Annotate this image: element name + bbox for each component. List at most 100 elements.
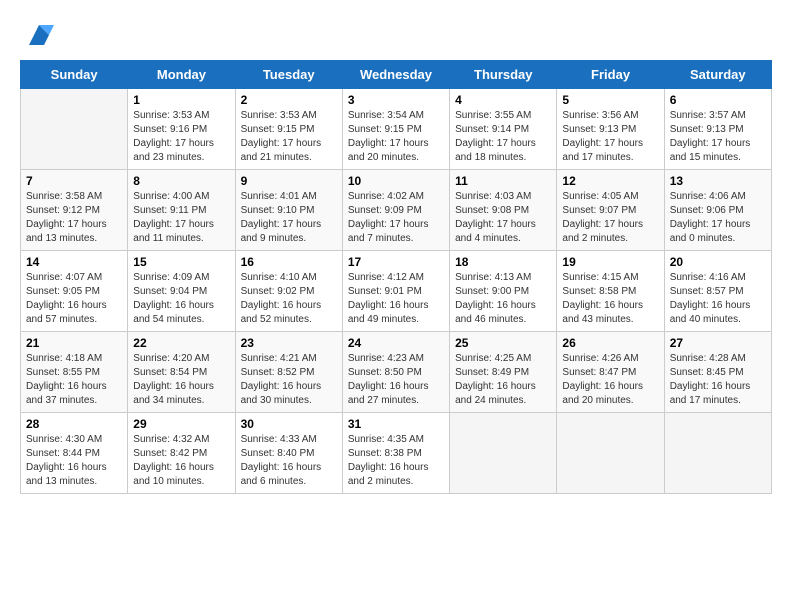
sunset-text: Sunset: 8:55 PM bbox=[26, 367, 100, 378]
day-info: Sunrise: 4:09 AM Sunset: 9:04 PM Dayligh… bbox=[133, 271, 229, 327]
daylight-text: Daylight: 17 hours and 18 minutes. bbox=[455, 138, 536, 163]
day-info: Sunrise: 3:56 AM Sunset: 9:13 PM Dayligh… bbox=[562, 109, 658, 165]
calendar-cell bbox=[450, 413, 557, 494]
daylight-text: Daylight: 16 hours and 17 minutes. bbox=[670, 381, 751, 406]
calendar-cell: 7 Sunrise: 3:58 AM Sunset: 9:12 PM Dayli… bbox=[21, 170, 128, 251]
sunset-text: Sunset: 8:52 PM bbox=[241, 367, 315, 378]
day-number: 13 bbox=[670, 174, 766, 188]
day-info: Sunrise: 3:53 AM Sunset: 9:16 PM Dayligh… bbox=[133, 109, 229, 165]
calendar-cell: 24 Sunrise: 4:23 AM Sunset: 8:50 PM Dayl… bbox=[342, 332, 449, 413]
day-number: 19 bbox=[562, 255, 658, 269]
sunrise-text: Sunrise: 4:30 AM bbox=[26, 434, 102, 445]
day-info: Sunrise: 4:15 AM Sunset: 8:58 PM Dayligh… bbox=[562, 271, 658, 327]
day-number: 21 bbox=[26, 336, 122, 350]
calendar-cell: 21 Sunrise: 4:18 AM Sunset: 8:55 PM Dayl… bbox=[21, 332, 128, 413]
sunrise-text: Sunrise: 4:07 AM bbox=[26, 272, 102, 283]
day-number: 28 bbox=[26, 417, 122, 431]
day-number: 15 bbox=[133, 255, 229, 269]
calendar-week-row: 7 Sunrise: 3:58 AM Sunset: 9:12 PM Dayli… bbox=[21, 170, 772, 251]
calendar-cell: 1 Sunrise: 3:53 AM Sunset: 9:16 PM Dayli… bbox=[128, 89, 235, 170]
day-number: 11 bbox=[455, 174, 551, 188]
sunset-text: Sunset: 9:13 PM bbox=[562, 124, 636, 135]
logo bbox=[20, 20, 54, 50]
day-number: 5 bbox=[562, 93, 658, 107]
day-info: Sunrise: 4:26 AM Sunset: 8:47 PM Dayligh… bbox=[562, 352, 658, 408]
day-number: 8 bbox=[133, 174, 229, 188]
day-info: Sunrise: 4:02 AM Sunset: 9:09 PM Dayligh… bbox=[348, 190, 444, 246]
sunset-text: Sunset: 9:01 PM bbox=[348, 286, 422, 297]
sunrise-text: Sunrise: 4:09 AM bbox=[133, 272, 209, 283]
sunrise-text: Sunrise: 3:57 AM bbox=[670, 110, 746, 121]
day-number: 24 bbox=[348, 336, 444, 350]
daylight-text: Daylight: 16 hours and 37 minutes. bbox=[26, 381, 107, 406]
sunrise-text: Sunrise: 3:53 AM bbox=[241, 110, 317, 121]
sunset-text: Sunset: 9:14 PM bbox=[455, 124, 529, 135]
sunrise-text: Sunrise: 4:32 AM bbox=[133, 434, 209, 445]
day-number: 10 bbox=[348, 174, 444, 188]
calendar-cell: 28 Sunrise: 4:30 AM Sunset: 8:44 PM Dayl… bbox=[21, 413, 128, 494]
sunset-text: Sunset: 9:05 PM bbox=[26, 286, 100, 297]
daylight-text: Daylight: 16 hours and 46 minutes. bbox=[455, 300, 536, 325]
sunset-text: Sunset: 8:50 PM bbox=[348, 367, 422, 378]
day-info: Sunrise: 4:30 AM Sunset: 8:44 PM Dayligh… bbox=[26, 433, 122, 489]
sunset-text: Sunset: 8:40 PM bbox=[241, 448, 315, 459]
calendar-header-row: SundayMondayTuesdayWednesdayThursdayFrid… bbox=[21, 61, 772, 89]
day-info: Sunrise: 4:12 AM Sunset: 9:01 PM Dayligh… bbox=[348, 271, 444, 327]
daylight-text: Daylight: 16 hours and 24 minutes. bbox=[455, 381, 536, 406]
sunrise-text: Sunrise: 4:18 AM bbox=[26, 353, 102, 364]
day-number: 4 bbox=[455, 93, 551, 107]
sunset-text: Sunset: 9:07 PM bbox=[562, 205, 636, 216]
day-info: Sunrise: 4:32 AM Sunset: 8:42 PM Dayligh… bbox=[133, 433, 229, 489]
day-info: Sunrise: 3:55 AM Sunset: 9:14 PM Dayligh… bbox=[455, 109, 551, 165]
day-info: Sunrise: 3:53 AM Sunset: 9:15 PM Dayligh… bbox=[241, 109, 337, 165]
daylight-text: Daylight: 16 hours and 57 minutes. bbox=[26, 300, 107, 325]
daylight-text: Daylight: 17 hours and 17 minutes. bbox=[562, 138, 643, 163]
calendar-cell: 14 Sunrise: 4:07 AM Sunset: 9:05 PM Dayl… bbox=[21, 251, 128, 332]
daylight-text: Daylight: 16 hours and 13 minutes. bbox=[26, 462, 107, 487]
calendar-week-row: 14 Sunrise: 4:07 AM Sunset: 9:05 PM Dayl… bbox=[21, 251, 772, 332]
sunset-text: Sunset: 9:15 PM bbox=[241, 124, 315, 135]
daylight-text: Daylight: 16 hours and 54 minutes. bbox=[133, 300, 214, 325]
daylight-text: Daylight: 17 hours and 13 minutes. bbox=[26, 219, 107, 244]
calendar-cell bbox=[21, 89, 128, 170]
sunset-text: Sunset: 8:45 PM bbox=[670, 367, 744, 378]
daylight-text: Daylight: 16 hours and 10 minutes. bbox=[133, 462, 214, 487]
sunset-text: Sunset: 9:16 PM bbox=[133, 124, 207, 135]
sunset-text: Sunset: 9:09 PM bbox=[348, 205, 422, 216]
calendar-day-header: Sunday bbox=[21, 61, 128, 89]
day-info: Sunrise: 4:06 AM Sunset: 9:06 PM Dayligh… bbox=[670, 190, 766, 246]
day-info: Sunrise: 4:10 AM Sunset: 9:02 PM Dayligh… bbox=[241, 271, 337, 327]
day-info: Sunrise: 3:57 AM Sunset: 9:13 PM Dayligh… bbox=[670, 109, 766, 165]
sunrise-text: Sunrise: 4:26 AM bbox=[562, 353, 638, 364]
day-info: Sunrise: 4:20 AM Sunset: 8:54 PM Dayligh… bbox=[133, 352, 229, 408]
day-info: Sunrise: 4:13 AM Sunset: 9:00 PM Dayligh… bbox=[455, 271, 551, 327]
day-number: 30 bbox=[241, 417, 337, 431]
calendar-day-header: Friday bbox=[557, 61, 664, 89]
daylight-text: Daylight: 17 hours and 7 minutes. bbox=[348, 219, 429, 244]
sunrise-text: Sunrise: 4:25 AM bbox=[455, 353, 531, 364]
calendar-day-header: Tuesday bbox=[235, 61, 342, 89]
calendar-cell: 29 Sunrise: 4:32 AM Sunset: 8:42 PM Dayl… bbox=[128, 413, 235, 494]
calendar-cell: 23 Sunrise: 4:21 AM Sunset: 8:52 PM Dayl… bbox=[235, 332, 342, 413]
daylight-text: Daylight: 16 hours and 30 minutes. bbox=[241, 381, 322, 406]
day-info: Sunrise: 4:03 AM Sunset: 9:08 PM Dayligh… bbox=[455, 190, 551, 246]
sunset-text: Sunset: 8:44 PM bbox=[26, 448, 100, 459]
day-info: Sunrise: 3:58 AM Sunset: 9:12 PM Dayligh… bbox=[26, 190, 122, 246]
day-info: Sunrise: 4:28 AM Sunset: 8:45 PM Dayligh… bbox=[670, 352, 766, 408]
logo-icon bbox=[24, 20, 54, 50]
day-number: 26 bbox=[562, 336, 658, 350]
calendar-table: SundayMondayTuesdayWednesdayThursdayFrid… bbox=[20, 60, 772, 494]
sunrise-text: Sunrise: 4:01 AM bbox=[241, 191, 317, 202]
calendar-cell: 2 Sunrise: 3:53 AM Sunset: 9:15 PM Dayli… bbox=[235, 89, 342, 170]
daylight-text: Daylight: 16 hours and 27 minutes. bbox=[348, 381, 429, 406]
sunrise-text: Sunrise: 4:33 AM bbox=[241, 434, 317, 445]
day-number: 20 bbox=[670, 255, 766, 269]
calendar-cell: 19 Sunrise: 4:15 AM Sunset: 8:58 PM Dayl… bbox=[557, 251, 664, 332]
sunrise-text: Sunrise: 4:35 AM bbox=[348, 434, 424, 445]
day-info: Sunrise: 4:00 AM Sunset: 9:11 PM Dayligh… bbox=[133, 190, 229, 246]
calendar-cell: 4 Sunrise: 3:55 AM Sunset: 9:14 PM Dayli… bbox=[450, 89, 557, 170]
calendar-cell bbox=[664, 413, 771, 494]
day-number: 6 bbox=[670, 93, 766, 107]
calendar-cell: 9 Sunrise: 4:01 AM Sunset: 9:10 PM Dayli… bbox=[235, 170, 342, 251]
day-number: 2 bbox=[241, 93, 337, 107]
